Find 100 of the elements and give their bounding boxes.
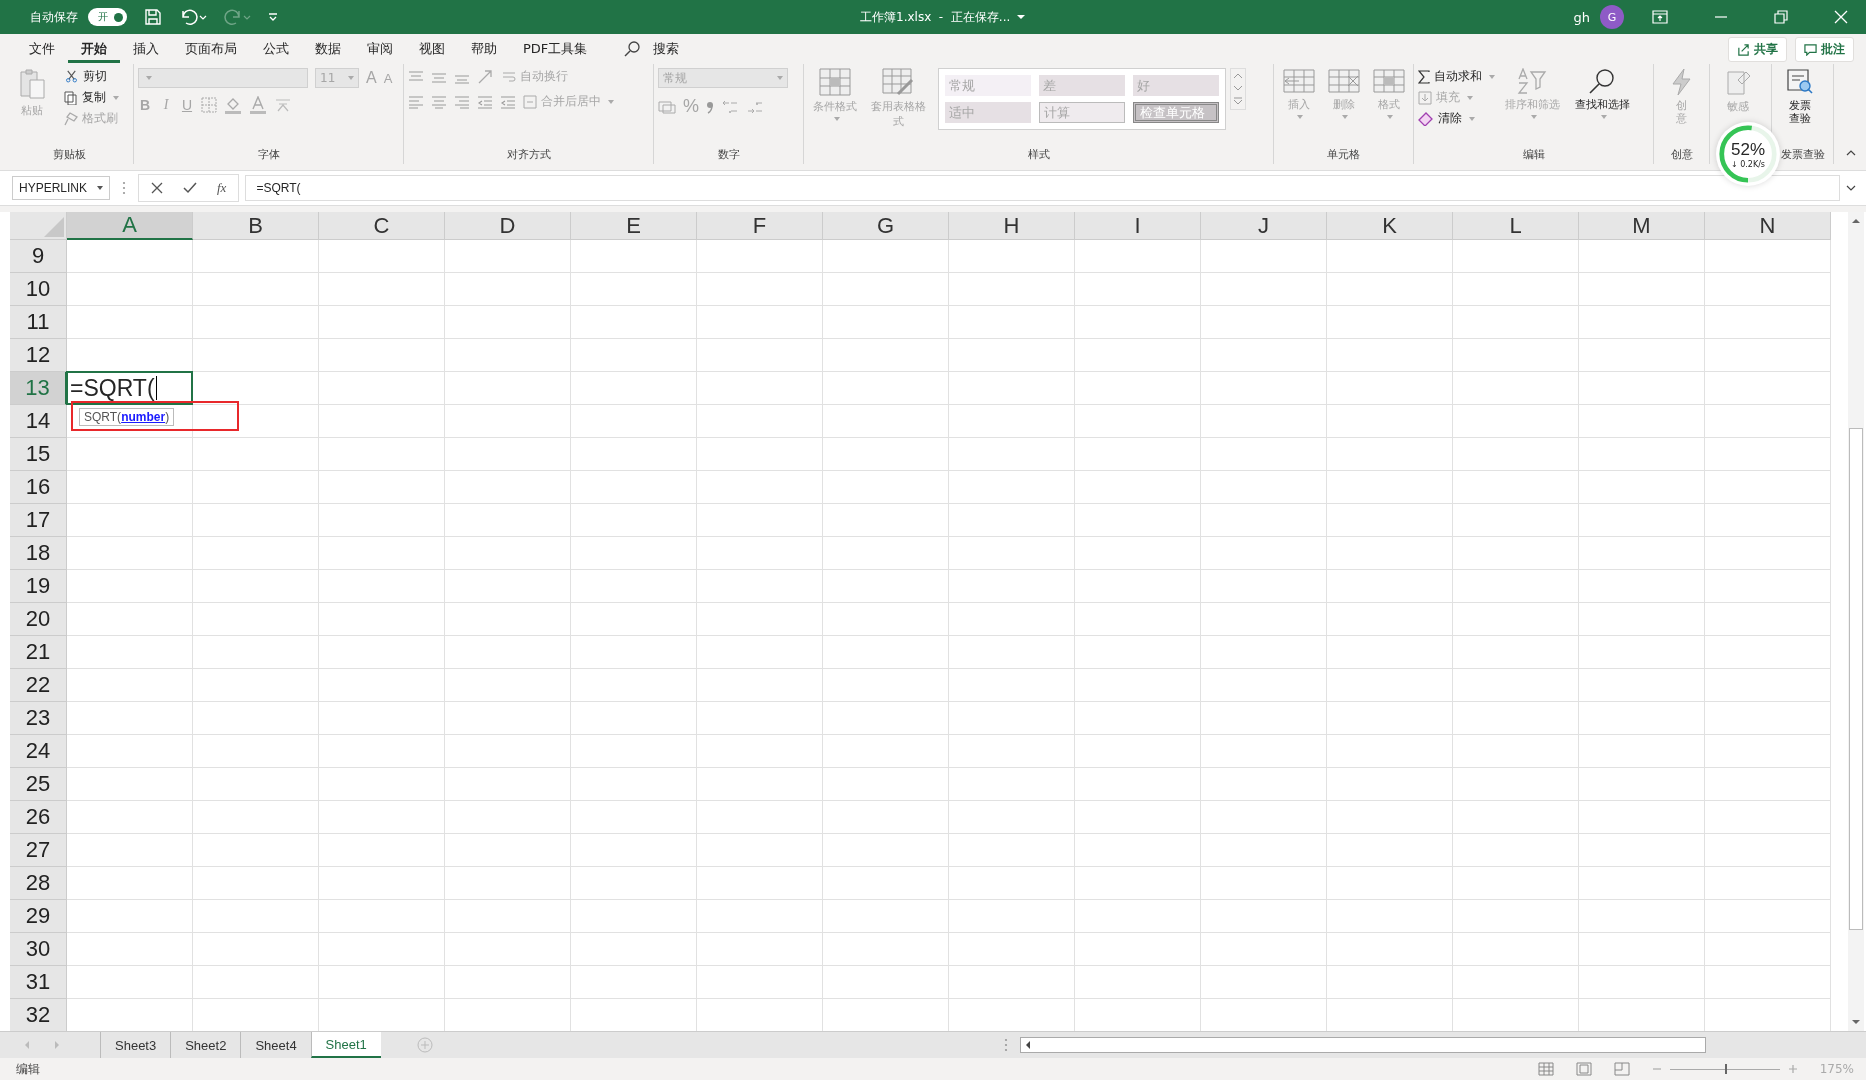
zoom-in-icon[interactable] <box>1787 1064 1798 1074</box>
grip-icon[interactable] <box>1004 1038 1008 1052</box>
row-header[interactable]: 12 <box>10 339 67 372</box>
search-icon[interactable] <box>624 41 641 57</box>
column-header[interactable]: K <box>1327 212 1453 240</box>
more-icon[interactable] <box>1233 97 1243 105</box>
page-break-icon[interactable] <box>1613 1062 1630 1076</box>
collapse-ribbon-icon[interactable] <box>1846 150 1856 156</box>
menu-tab[interactable]: 数据 <box>302 36 354 62</box>
orientation-icon[interactable] <box>477 68 495 85</box>
share-button[interactable]: 共享 <box>1728 36 1787 62</box>
find-select-button[interactable]: 查找和选择 <box>1569 68 1635 119</box>
row-header[interactable]: 26 <box>10 801 67 834</box>
comma-icon[interactable] <box>706 99 714 114</box>
scroll-down-icon[interactable] <box>1851 1019 1861 1025</box>
column-header[interactable]: M <box>1579 212 1705 240</box>
autosave-toggle[interactable]: 开 <box>88 8 127 26</box>
formula-field[interactable]: =SQRT( <box>245 175 1840 201</box>
page-layout-icon[interactable] <box>1575 1062 1592 1076</box>
sheet-tab[interactable]: Sheet3 <box>100 1032 171 1058</box>
caret-icon[interactable] <box>1016 14 1027 20</box>
row-header[interactable]: 16 <box>10 471 67 504</box>
phonetic-icon[interactable] <box>274 96 292 114</box>
avatar[interactable]: G <box>1600 5 1624 29</box>
column-header[interactable]: D <box>445 212 571 240</box>
column-header[interactable]: E <box>571 212 697 240</box>
sheet-tab[interactable]: Sheet4 <box>240 1032 311 1058</box>
scroll-up-icon[interactable] <box>1851 218 1861 224</box>
column-header[interactable]: N <box>1705 212 1831 240</box>
sheet-tab[interactable]: Sheet2 <box>170 1032 241 1058</box>
row-header[interactable]: 14 <box>10 405 67 438</box>
menu-tab[interactable]: 页面布局 <box>172 36 250 62</box>
column-header[interactable]: I <box>1075 212 1201 240</box>
autosum-button[interactable]: 自动求和 <box>1418 68 1495 85</box>
clear-button[interactable]: 清除 <box>1418 110 1495 127</box>
save-icon[interactable] <box>143 7 163 27</box>
align-icon[interactable] <box>431 94 447 109</box>
row-header[interactable]: 32 <box>10 999 67 1031</box>
column-header[interactable]: L <box>1453 212 1579 240</box>
menu-tab[interactable]: 视图 <box>406 36 458 62</box>
row-header[interactable]: 19 <box>10 570 67 603</box>
menu-tab[interactable]: 文件 <box>16 36 68 62</box>
copy-button[interactable]: 复制 <box>64 89 119 106</box>
enter-icon[interactable] <box>183 182 197 194</box>
column-header[interactable]: G <box>823 212 949 240</box>
border-icon[interactable] <box>201 97 217 113</box>
insert-function-button[interactable]: fx <box>217 180 227 196</box>
column-header[interactable]: A <box>67 212 193 240</box>
indent-icon[interactable] <box>477 94 493 109</box>
column-header[interactable]: J <box>1201 212 1327 240</box>
comments-button[interactable]: 批注 <box>1795 36 1854 62</box>
vertical-scrollbar[interactable] <box>1848 212 1864 1031</box>
increase-decimal-icon[interactable] <box>721 98 739 115</box>
next-sheet-icon[interactable] <box>54 1040 60 1050</box>
add-sheet-icon[interactable] <box>416 1037 433 1053</box>
search-field[interactable]: 搜索 <box>640 36 693 62</box>
invoice-check-button[interactable]: 发票查验 <box>1776 68 1824 126</box>
row-header[interactable]: 27 <box>10 834 67 867</box>
horizontal-scrollbar[interactable] <box>1020 1037 1706 1053</box>
normal-view-icon[interactable] <box>1537 1062 1554 1076</box>
column-header[interactable]: C <box>319 212 445 240</box>
indent-icon[interactable] <box>500 94 516 109</box>
customize-icon[interactable] <box>267 11 279 23</box>
row-header[interactable]: 20 <box>10 603 67 636</box>
close-icon[interactable] <box>1834 10 1848 24</box>
redo-icon[interactable] <box>223 7 251 27</box>
active-cell[interactable]: =SQRT( <box>66 371 193 405</box>
row-header[interactable]: 25 <box>10 768 67 801</box>
row-header[interactable]: 15 <box>10 438 67 471</box>
scroll-up-icon[interactable] <box>1233 73 1243 79</box>
select-all-icon[interactable] <box>44 217 64 237</box>
menu-tab[interactable]: 开始 <box>68 35 120 63</box>
fill-color-icon[interactable] <box>224 96 242 114</box>
menu-tab[interactable]: 审阅 <box>354 36 406 62</box>
font-color-icon[interactable] <box>249 96 267 114</box>
row-header[interactable]: 28 <box>10 867 67 900</box>
name-box[interactable]: HYPERLINK <box>12 176 110 200</box>
undo-icon[interactable] <box>179 7 207 27</box>
row-header[interactable]: 11 <box>10 306 67 339</box>
row-header[interactable]: 31 <box>10 966 67 999</box>
align-icon[interactable] <box>408 69 424 84</box>
align-icon[interactable] <box>454 94 470 109</box>
scroll-left-icon[interactable] <box>1025 1040 1031 1050</box>
column-header[interactable]: H <box>949 212 1075 240</box>
row-header[interactable]: 9 <box>10 240 67 273</box>
row-header[interactable]: 23 <box>10 702 67 735</box>
row-header[interactable]: 13 <box>10 372 67 405</box>
row-header[interactable]: 18 <box>10 537 67 570</box>
ribbon-display-icon[interactable] <box>1652 10 1668 24</box>
sheet-tab[interactable]: Sheet1 <box>310 1032 381 1058</box>
cancel-icon[interactable] <box>151 182 163 194</box>
column-header[interactable]: F <box>697 212 823 240</box>
currency-icon[interactable] <box>658 99 676 114</box>
menu-tab[interactable]: 插入 <box>120 36 172 62</box>
row-header[interactable]: 24 <box>10 735 67 768</box>
row-header[interactable]: 10 <box>10 273 67 306</box>
menu-tab[interactable]: 帮助 <box>458 36 510 62</box>
grip-icon[interactable] <box>122 181 126 195</box>
cut-button[interactable]: 剪切 <box>64 68 119 85</box>
align-icon[interactable] <box>408 94 424 109</box>
